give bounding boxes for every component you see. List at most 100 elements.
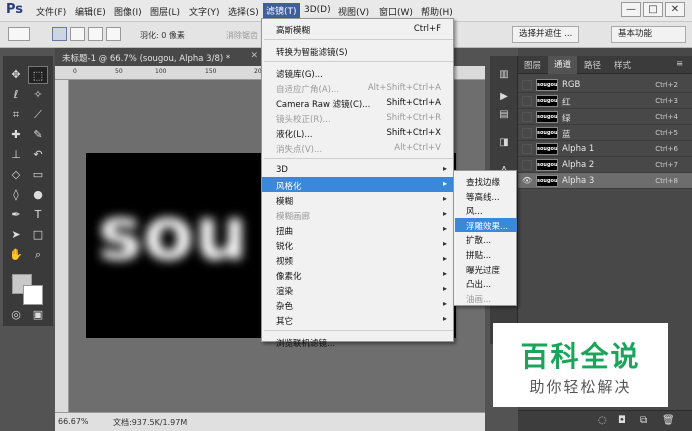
rectangle-tool-icon[interactable]: □ (28, 226, 48, 244)
healing-brush-icon[interactable]: ✚ (6, 126, 26, 144)
save-selection-icon[interactable]: ◘ (618, 415, 626, 426)
tab-paths[interactable]: 路径 (578, 59, 607, 71)
menu-3d[interactable]: 3D(D) (304, 5, 331, 15)
filter-menu-item[interactable]: 镜头校正(R)... Shift+Ctrl+R (262, 110, 453, 125)
menu-help[interactable]: 帮助(H) (421, 5, 453, 18)
menu-file[interactable]: 文件(F) (36, 5, 66, 18)
visibility-eye-icon[interactable] (522, 80, 532, 90)
menu-filter[interactable]: 滤镜(T) (263, 3, 300, 18)
channel-row[interactable]: sougou Alpha 2 Ctrl+7 (518, 157, 692, 173)
filter-menu-item[interactable]: 扭曲 ▸ (262, 222, 453, 237)
filter-menu-item[interactable]: 3D ▸ (262, 162, 453, 177)
feather-label[interactable]: 羽化: 0 像素 (140, 30, 185, 41)
channel-row[interactable]: sougou 蓝 Ctrl+5 (518, 125, 692, 141)
clone-stamp-icon[interactable]: ⊥ (6, 146, 26, 164)
history-icon[interactable]: ▤ (496, 108, 512, 122)
close-document-icon[interactable]: ✕ (250, 51, 258, 61)
tab-layers[interactable]: 图层 (518, 59, 547, 71)
background-color-swatch[interactable] (23, 285, 43, 305)
brush-tool-icon[interactable]: ✎ (28, 126, 48, 144)
stylize-menu-item[interactable]: 曝光过度 (455, 262, 517, 276)
filter-menu-item[interactable]: 模糊 ▸ (262, 192, 453, 207)
zoom-tool-icon[interactable]: ⌕ (28, 246, 48, 264)
channel-row[interactable]: sougou RGB Ctrl+2 (518, 77, 692, 93)
blur-tool-icon[interactable]: ◊ (6, 186, 26, 204)
filter-menu-item[interactable]: 滤镜库(G)... (262, 65, 453, 80)
lasso-tool-icon[interactable]: ℓ (6, 86, 26, 104)
stylize-menu-item[interactable]: 油画... (455, 291, 517, 305)
eraser-tool-icon[interactable]: ◇ (6, 166, 26, 184)
menu-image[interactable]: 图像(I) (114, 5, 142, 18)
filter-menu-item[interactable]: 模糊画廊 ▸ (262, 207, 453, 222)
tab-styles[interactable]: 样式 (608, 59, 637, 71)
new-channel-icon[interactable]: ⧉ (640, 415, 647, 426)
intersect-selection-icon[interactable] (106, 27, 121, 41)
crop-tool-icon[interactable]: ⌗ (6, 106, 26, 124)
gradient-tool-icon[interactable]: ▭ (28, 166, 48, 184)
stylize-menu-item[interactable]: 拼贴... (455, 247, 517, 261)
filter-menu-item[interactable]: 液化(L)... Shift+Ctrl+X (262, 125, 453, 140)
marquee-tool-icon[interactable]: ⬚ (28, 66, 48, 84)
tool-preset-picker[interactable] (8, 27, 30, 41)
stylize-menu-item[interactable]: 浮雕效果... (455, 217, 517, 232)
path-select-icon[interactable]: ➤ (6, 226, 26, 244)
move-tool-icon[interactable]: ✥ (6, 66, 26, 84)
layer-comps-icon[interactable]: ◨ (496, 136, 512, 150)
filter-menu-item[interactable]: 自适应广角(A)... Alt+Shift+Ctrl+A (262, 80, 453, 95)
add-to-selection-icon[interactable] (70, 27, 85, 41)
stylize-menu-item[interactable]: 查找边缘 (455, 174, 517, 188)
channel-row[interactable]: sougou Alpha 1 Ctrl+6 (518, 141, 692, 157)
workspace-select[interactable]: 基本功能 (611, 26, 686, 43)
zoom-level[interactable]: 66.67% (58, 417, 89, 426)
filter-menu-item[interactable]: 渲染 ▸ (262, 282, 453, 297)
filter-menu-item[interactable]: 风格化 ▸ (262, 177, 453, 192)
document-tab[interactable]: 未标题-1 @ 66.7% (sougou, Alpha 3/8) * ✕ (55, 48, 265, 66)
quick-mask-icon[interactable]: ◎ (6, 306, 26, 324)
menu-type[interactable]: 文字(Y) (189, 5, 220, 18)
visibility-eye-icon[interactable] (522, 128, 532, 138)
filter-menu-item[interactable]: 消失点(V)... Alt+Ctrl+V (262, 140, 453, 155)
minimize-button[interactable]: — (621, 2, 641, 17)
histogram-icon[interactable]: ▥ (496, 68, 512, 82)
filter-menu-item[interactable]: 浏览联机滤镜... (262, 334, 453, 349)
new-selection-icon[interactable] (52, 27, 67, 41)
channel-row[interactable]: sougou 绿 Ctrl+4 (518, 109, 692, 125)
load-selection-icon[interactable]: ◌ (598, 415, 607, 426)
screen-mode-icon[interactable]: ▣ (28, 306, 48, 324)
subtract-selection-icon[interactable] (88, 27, 103, 41)
filter-menu-item[interactable]: 杂色 ▸ (262, 297, 453, 312)
filter-menu-item[interactable]: 像素化 ▸ (262, 267, 453, 282)
stylize-menu-item[interactable]: 凸出... (455, 276, 517, 290)
type-tool-icon[interactable]: T (28, 206, 48, 224)
menu-view[interactable]: 视图(V) (338, 5, 369, 18)
filter-menu-item[interactable]: 转换为智能滤镜(S) (262, 43, 453, 58)
restore-button[interactable]: □ (643, 2, 663, 17)
stylize-menu-item[interactable]: 风... (455, 203, 517, 217)
visibility-eye-icon[interactable]: 👁 (522, 176, 532, 186)
visibility-eye-icon[interactable] (522, 144, 532, 154)
filter-menu-item[interactable]: 其它 ▸ (262, 312, 453, 327)
dodge-tool-icon[interactable]: ● (28, 186, 48, 204)
filter-menu-item[interactable]: 视频 ▸ (262, 252, 453, 267)
close-window-button[interactable]: ✕ (665, 2, 685, 17)
stylize-menu-item[interactable]: 扩散... (455, 232, 517, 246)
actions-icon[interactable]: ▶ (496, 90, 512, 104)
pen-tool-icon[interactable]: ✒ (6, 206, 26, 224)
menu-select[interactable]: 选择(S) (228, 5, 259, 18)
stylize-menu-item[interactable]: 等高线... (455, 189, 517, 203)
filter-menu-item[interactable]: 高斯模糊 Ctrl+F (262, 21, 453, 36)
visibility-eye-icon[interactable] (522, 160, 532, 170)
magic-wand-icon[interactable]: ✧ (28, 86, 48, 104)
tab-channels[interactable]: 通道 (548, 56, 578, 74)
eyedropper-icon[interactable]: ⟋ (28, 106, 48, 124)
filter-menu-item[interactable]: 锐化 ▸ (262, 237, 453, 252)
hand-tool-icon[interactable]: ✋ (6, 246, 26, 264)
channel-row[interactable]: 👁 sougou Alpha 3 Ctrl+8 (518, 173, 692, 189)
panel-menu-icon[interactable]: ≡ (670, 59, 689, 69)
visibility-eye-icon[interactable] (522, 96, 532, 106)
channel-row[interactable]: sougou 红 Ctrl+3 (518, 93, 692, 109)
menu-edit[interactable]: 编辑(E) (75, 5, 106, 18)
delete-channel-icon[interactable]: 🗑 (662, 415, 675, 426)
menu-layer[interactable]: 图层(L) (150, 5, 180, 18)
select-and-mask-button[interactable]: 选择并遮住 ... (512, 26, 580, 43)
